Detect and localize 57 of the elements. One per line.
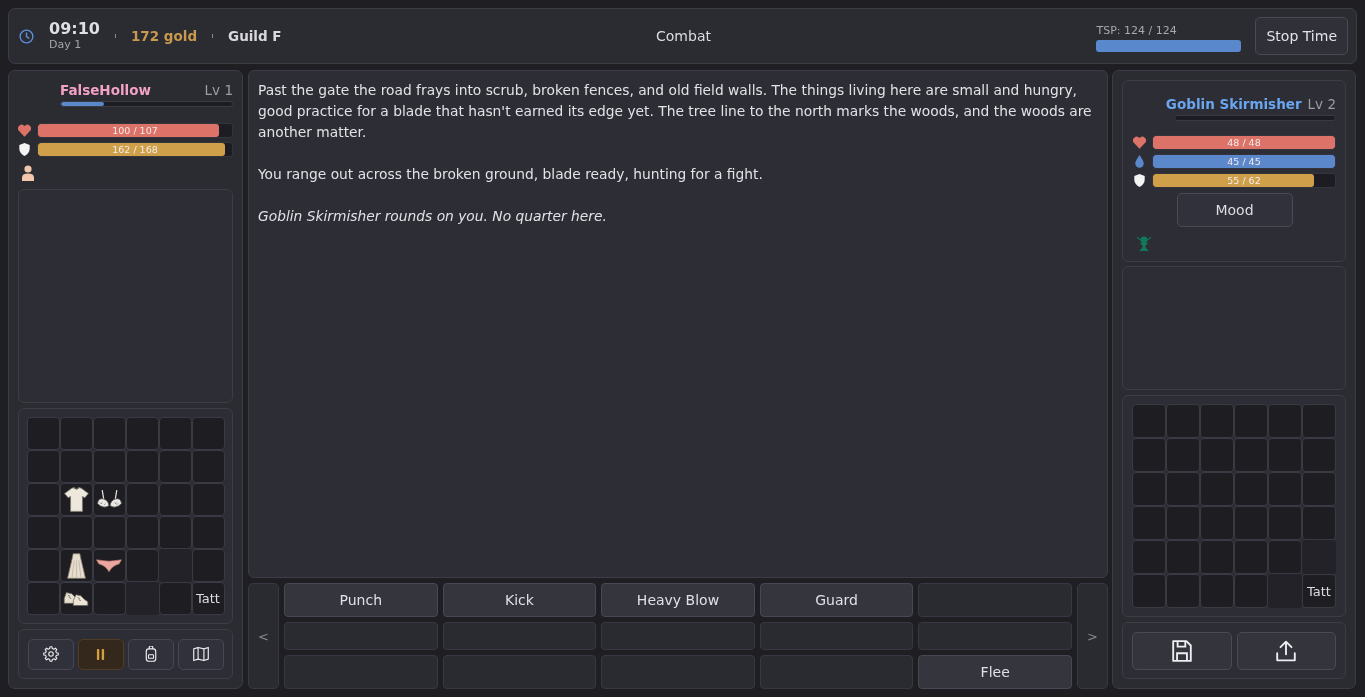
clock-icon — [19, 28, 34, 44]
story-paragraph: Past the gate the road frays into scrub, broken fences, and old field walls. The things living here are small and hungry, good practice for a blade that hasn't earned its edge yet. The tree line to the north marks the woods, and the woods are another matter. — [258, 81, 1093, 142]
settings-icon — [42, 646, 59, 662]
player-name: FalseHollow — [60, 82, 151, 98]
equipment-slot[interactable] — [92, 483, 126, 516]
save-button[interactable] — [1132, 631, 1232, 670]
pause-icon — [96, 648, 105, 660]
equipment-slot[interactable] — [92, 549, 126, 582]
drop-icon — [1133, 155, 1146, 168]
equipment-slot[interactable] — [59, 483, 93, 516]
sneakers-icon — [63, 591, 89, 606]
shield-icon — [18, 143, 31, 156]
story-paragraph: Goblin Skirmisher rounds on you. No quarter here. — [258, 207, 608, 226]
map-button[interactable] — [177, 638, 224, 670]
story-paragraph: You range out across the broken ground, blade ready, hunting for a fight. — [258, 165, 764, 184]
stat-reading: 100 / 107 — [112, 124, 158, 137]
briefs-icon — [96, 558, 122, 573]
creature-icon — [1136, 235, 1152, 251]
equipment-slot[interactable]: Tatt — [1302, 574, 1336, 608]
settings-button[interactable] — [27, 638, 74, 670]
shirt-icon — [63, 487, 89, 512]
tsp-label: TSP: 124 / 124 — [1096, 24, 1178, 37]
stat-reading: 55 / 62 — [1227, 174, 1261, 187]
save-icon — [1171, 639, 1192, 662]
map-icon — [192, 646, 209, 662]
equipment-slot[interactable] — [59, 549, 93, 582]
enemy-level: Lv 2 — [1307, 96, 1336, 112]
pause-button[interactable] — [77, 638, 124, 670]
action-button[interactable]: Punch — [284, 583, 438, 617]
day-label: Day 1 — [49, 38, 83, 52]
backpack-button[interactable] — [127, 638, 174, 670]
money-amount: 172 gold — [130, 28, 198, 44]
next-page-button[interactable]: > — [1077, 583, 1108, 689]
action-button[interactable]: Guard — [759, 583, 914, 617]
enemy-name: Goblin Skirmisher — [1165, 96, 1302, 112]
guild-rank: Guild F — [228, 28, 282, 44]
shield-icon — [1133, 174, 1146, 187]
mode-title: Combat — [656, 28, 711, 44]
equipment-slot[interactable] — [59, 582, 93, 615]
mood-button[interactable]: Mood — [1176, 193, 1293, 227]
action-button[interactable]: Flee — [918, 655, 1072, 689]
stat-reading: 162 / 168 — [112, 143, 158, 156]
heart-icon — [1133, 136, 1146, 149]
clock-time: 09:10 — [49, 20, 100, 39]
stat-reading: 48 / 48 — [1227, 136, 1261, 149]
export-button[interactable] — [1236, 631, 1336, 670]
action-button[interactable]: Kick — [442, 583, 597, 617]
action-button[interactable]: Heavy Blow — [601, 583, 755, 617]
upload-icon — [1276, 639, 1297, 662]
skirt-icon — [66, 552, 86, 579]
person-icon — [22, 165, 34, 181]
stat-reading: 45 / 45 — [1227, 155, 1261, 168]
heart-icon — [18, 124, 31, 137]
equipment-slot[interactable]: Tatt — [191, 582, 225, 615]
previous-page-button[interactable]: < — [248, 583, 279, 689]
stop-time-button[interactable]: Stop Time — [1255, 17, 1348, 55]
player-level: Lv 1 — [204, 82, 233, 98]
